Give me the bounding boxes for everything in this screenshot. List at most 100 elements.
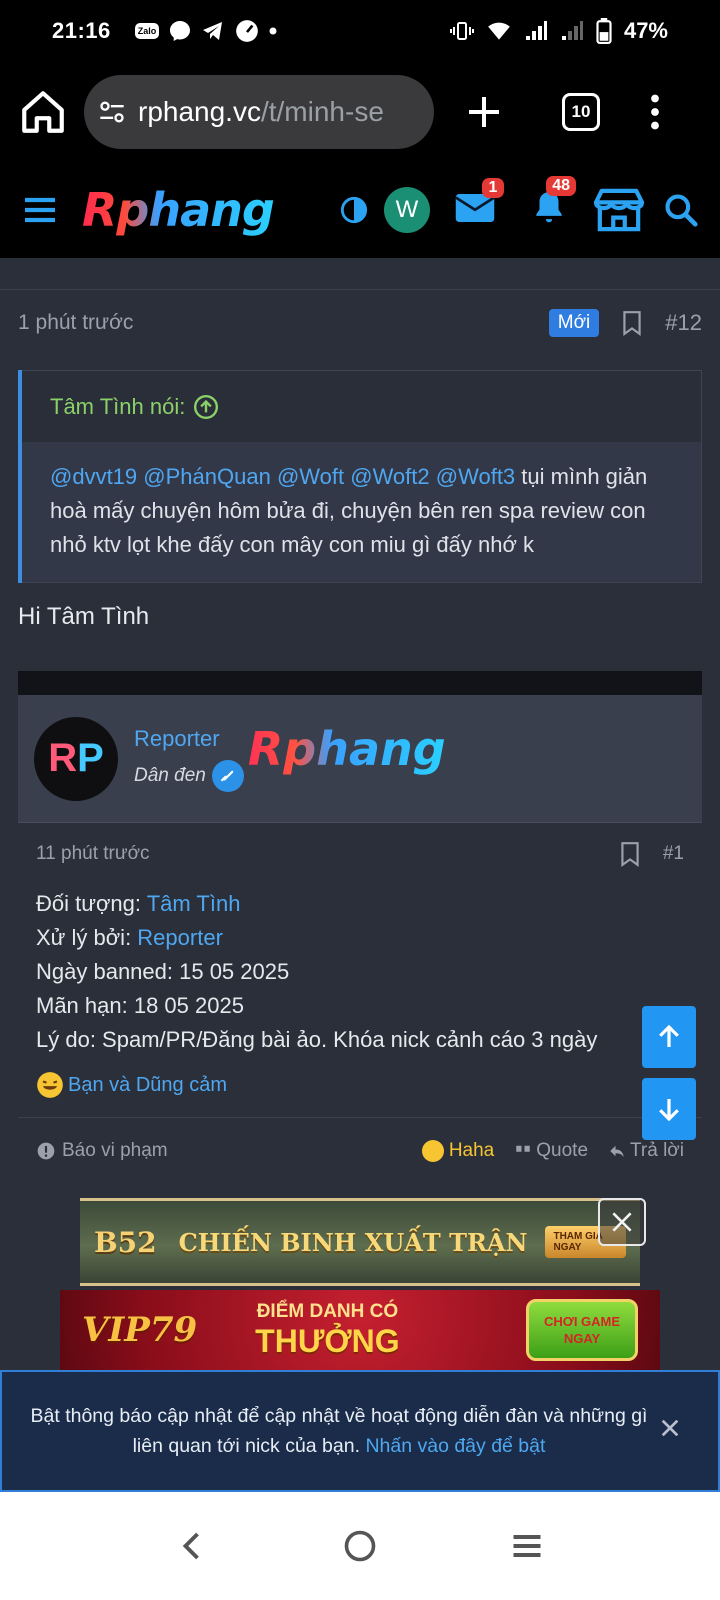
- embed-post-body: 11 phút trước #1 Đối tượng: Tâm Tình Xử …: [18, 823, 702, 1183]
- ad-cta-button[interactable]: CHƠI GAME NGAY: [526, 1299, 638, 1361]
- mention-link[interactable]: @PhánQuan: [143, 464, 271, 489]
- push-notification-banner: Bật thông báo cập nhật để cập nhật về ho…: [0, 1370, 720, 1492]
- reply-label: Trả lời: [630, 1139, 684, 1161]
- post-actions: Báo vi phạm Haha Quote Trả lời: [18, 1117, 702, 1183]
- site-header: Rphang W 1 48: [0, 162, 720, 258]
- browser-toolbar: rphang.vc/t/minh-se 10: [0, 62, 720, 162]
- vibrate-icon: [449, 22, 474, 40]
- ad-logo: B52: [94, 1225, 157, 1259]
- ad-cta-line: NGAY: [563, 1331, 601, 1346]
- report-button[interactable]: Báo vi phạm: [62, 1140, 168, 1162]
- haha-button[interactable]: Haha: [421, 1139, 494, 1163]
- post-number[interactable]: #12: [665, 310, 702, 336]
- quote-text: tụi mình giản hoà mấy chuyện hôm bửa đi,…: [50, 464, 648, 557]
- banner-message: Bật thông báo cập nhật để cập nhật về ho…: [30, 1405, 648, 1457]
- url-domain: rphang.vc: [138, 96, 261, 127]
- quote-author: Tâm Tình nói:: [50, 393, 186, 419]
- ad-cta-line: CHƠI GAME: [543, 1314, 621, 1329]
- line-label: Đối tượng:: [36, 891, 147, 916]
- handled-by-line: Xử lý bởi: Reporter: [36, 921, 684, 955]
- back-icon[interactable]: [175, 1528, 211, 1564]
- reporter-avatar[interactable]: RP: [34, 716, 118, 801]
- arrow-down-icon: [659, 1099, 679, 1122]
- bookmark-icon[interactable]: [619, 841, 641, 867]
- embedded-post: RP Reporter Dân đen Rphang 11 phút trước…: [18, 671, 702, 1183]
- banner-close-button[interactable]: [656, 1414, 684, 1442]
- ad-subheadline: THƯỞNG: [255, 1322, 400, 1359]
- home-circle-icon[interactable]: [342, 1528, 378, 1564]
- haha-label: Haha: [448, 1139, 495, 1161]
- expiry-date-line: Mãn hạn: 18 05 2025: [36, 993, 244, 1018]
- post-body-text: Hi Tâm Tình: [18, 603, 150, 630]
- ban-reason-line: Lý do: Spam/PR/Đăng bài ảo. Khóa nick cả…: [36, 1027, 598, 1052]
- arrow-up-circle-icon[interactable]: [193, 394, 219, 420]
- site-logo[interactable]: Rphang: [82, 183, 275, 237]
- thread-content: 1 phút trước Mới #12 Tâm Tình nói: @dvvt…: [0, 258, 720, 1183]
- close-icon: [612, 1212, 632, 1232]
- user-title-text: Dân đen: [134, 764, 206, 786]
- ban-date-line: Ngày banned: 15 05 2025: [36, 959, 290, 984]
- status-bar: 21:16 Zalo 47%: [0, 0, 720, 62]
- reply-icon: [610, 1145, 624, 1157]
- quote-button[interactable]: Quote: [514, 1140, 588, 1162]
- ad-close-button[interactable]: [598, 1198, 646, 1246]
- ban-target-link[interactable]: Tâm Tình: [147, 891, 241, 916]
- embed-username[interactable]: Reporter: [134, 726, 244, 752]
- alerts-button[interactable]: 48: [530, 175, 576, 233]
- user-avatar[interactable]: W: [384, 187, 430, 233]
- store-icon[interactable]: [592, 187, 646, 233]
- ad-banner-b52[interactable]: B52 CHIẾN BINH XUẤT TRẬN THAM GIA NGAY: [80, 1198, 640, 1286]
- scroll-to-bottom-button[interactable]: [642, 1078, 696, 1140]
- ad-logo: VIP79: [82, 1310, 198, 1350]
- quote-body: @dvvt19 @PhánQuan @Woft @Woft2 @Woft3 tụ…: [22, 442, 702, 583]
- bookmark-icon[interactable]: [621, 310, 643, 336]
- inbox-button[interactable]: 1: [454, 177, 504, 231]
- ad-headline: CHIẾN BINH XUẤT TRẬN: [178, 1227, 528, 1257]
- reply-button[interactable]: Trả lời: [608, 1140, 684, 1162]
- mention-link[interactable]: @dvvt19: [50, 464, 137, 489]
- alert-icon: [37, 1142, 55, 1159]
- reactions-row[interactable]: Bạn và Dũng cảm: [18, 1057, 702, 1099]
- tab-switcher-button[interactable]: 10: [562, 93, 600, 131]
- search-icon[interactable]: [662, 191, 700, 229]
- system-navigation-bar: [0, 1492, 720, 1600]
- embed-post-number[interactable]: #1: [663, 843, 684, 865]
- home-icon[interactable]: [18, 87, 68, 137]
- signal-icon: [525, 21, 547, 40]
- alerts-count-badge: 48: [546, 175, 576, 196]
- mention-link[interactable]: @Woft: [277, 464, 344, 489]
- enable-notifications-link[interactable]: Nhấn vào đây để bật: [365, 1435, 545, 1457]
- wifi-icon: [488, 22, 510, 40]
- quote-icon: [516, 1145, 530, 1152]
- embed-post-time[interactable]: 11 phút trước: [36, 843, 150, 865]
- close-icon: [661, 1419, 679, 1437]
- quote-header[interactable]: Tâm Tình nói:: [22, 370, 702, 442]
- embed-logo: Rphang: [247, 721, 446, 776]
- post-meta: 1 phút trước Mới #12: [0, 290, 720, 356]
- scroll-to-top-button[interactable]: [642, 1006, 696, 1068]
- ad-banner-vip79[interactable]: VIP79 ĐIỂM DANH CÓ THƯỞNG CHƠI GAME NGAY: [60, 1290, 660, 1370]
- address-bar[interactable]: rphang.vc/t/minh-se: [84, 75, 434, 149]
- reactions-text[interactable]: Bạn và Dũng cảm: [68, 1074, 227, 1097]
- banner-text: Bật thông báo cập nhật để cập nhật về ho…: [30, 1401, 648, 1461]
- line-label: Xử lý bởi:: [36, 925, 138, 950]
- mention-link[interactable]: @Woft3: [436, 464, 515, 489]
- laughing-emoji-icon: [421, 1139, 444, 1162]
- embed-user-header: RP Reporter Dân đen Rphang: [18, 695, 702, 823]
- more-menu-icon[interactable]: [648, 94, 662, 130]
- dot-icon: [269, 27, 277, 35]
- post-time[interactable]: 1 phút trước: [18, 311, 133, 335]
- avatar-initial: P: [77, 736, 104, 780]
- hamburger-menu-icon[interactable]: [20, 190, 60, 230]
- new-tab-icon[interactable]: [464, 92, 504, 132]
- zalo-icon: Zalo: [134, 23, 160, 39]
- recents-icon[interactable]: [509, 1528, 545, 1564]
- theme-toggle-icon[interactable]: [340, 196, 368, 224]
- arrow-up-icon: [659, 1024, 679, 1047]
- speedometer-icon: [236, 20, 259, 42]
- url-text[interactable]: rphang.vc/t/minh-se: [138, 96, 384, 128]
- mention-link[interactable]: @Woft2: [350, 464, 429, 489]
- handled-by-link[interactable]: Reporter: [137, 925, 223, 950]
- quote-label: Quote: [536, 1139, 589, 1161]
- site-settings-icon[interactable]: [98, 98, 126, 126]
